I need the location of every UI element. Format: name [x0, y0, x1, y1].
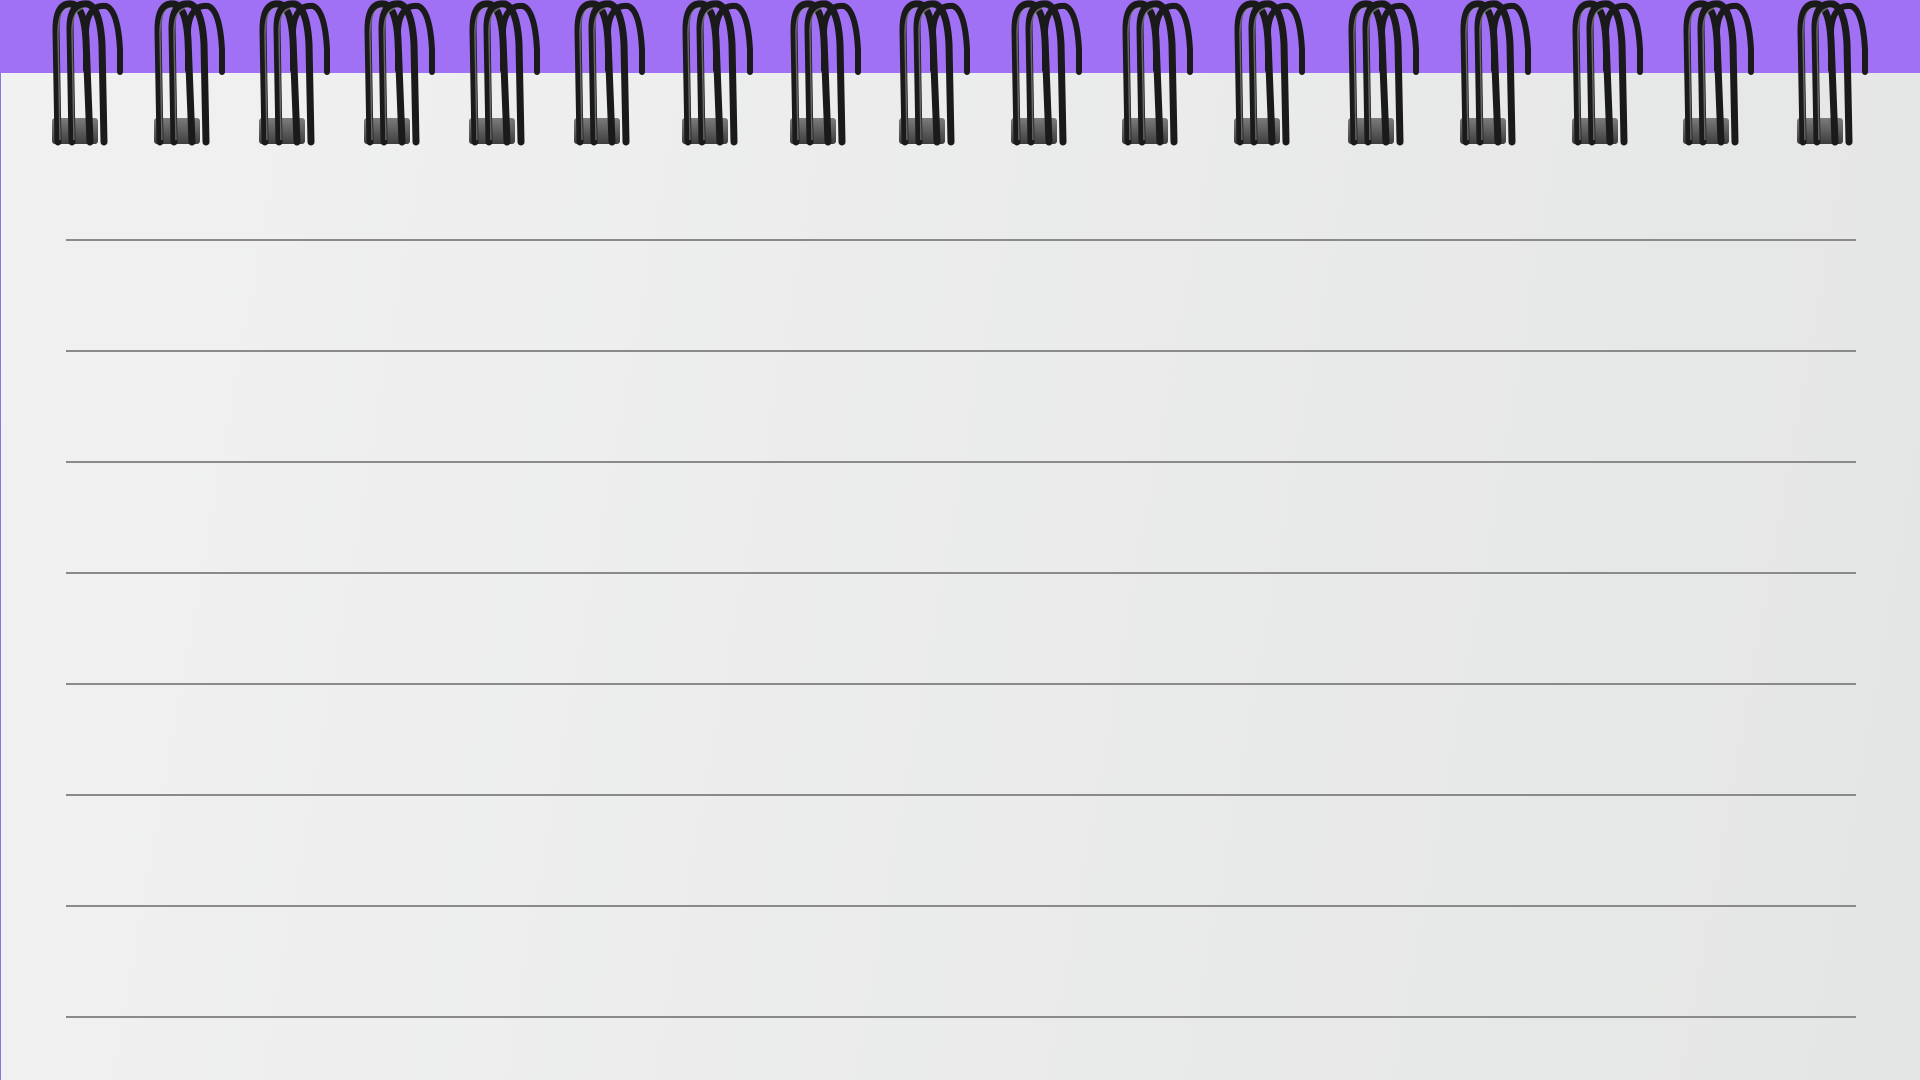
- ruled-line: [66, 239, 1856, 241]
- ruled-line: [66, 683, 1856, 685]
- spiral-ring-icon: [152, 0, 232, 150]
- ruled-line: [66, 461, 1856, 463]
- spiral-ring-icon: [1458, 0, 1538, 150]
- spiral-ring-icon: [788, 0, 868, 150]
- spiral-ring-icon: [897, 0, 977, 150]
- spiral-ring-icon: [572, 0, 652, 150]
- ruled-line: [66, 794, 1856, 796]
- spiral-ring-icon: [1795, 0, 1875, 150]
- spiral-ring-icon: [1346, 0, 1426, 150]
- spiral-ring-icon: [1120, 0, 1200, 150]
- ruled-line: [66, 350, 1856, 352]
- spiral-ring-icon: [50, 0, 130, 150]
- spiral-ring-icon: [257, 0, 337, 150]
- spiral-ring-icon: [1570, 0, 1650, 150]
- spiral-ring-icon: [467, 0, 547, 150]
- spiral-ring-icon: [1009, 0, 1089, 150]
- spiral-ring-icon: [362, 0, 442, 150]
- ruled-line: [66, 1016, 1856, 1018]
- ruled-line: [66, 905, 1856, 907]
- spiral-ring-icon: [680, 0, 760, 150]
- notebook-paper: [0, 73, 1920, 1080]
- spiral-ring-icon: [1232, 0, 1312, 150]
- spiral-ring-icon: [1681, 0, 1761, 150]
- ruled-line: [66, 572, 1856, 574]
